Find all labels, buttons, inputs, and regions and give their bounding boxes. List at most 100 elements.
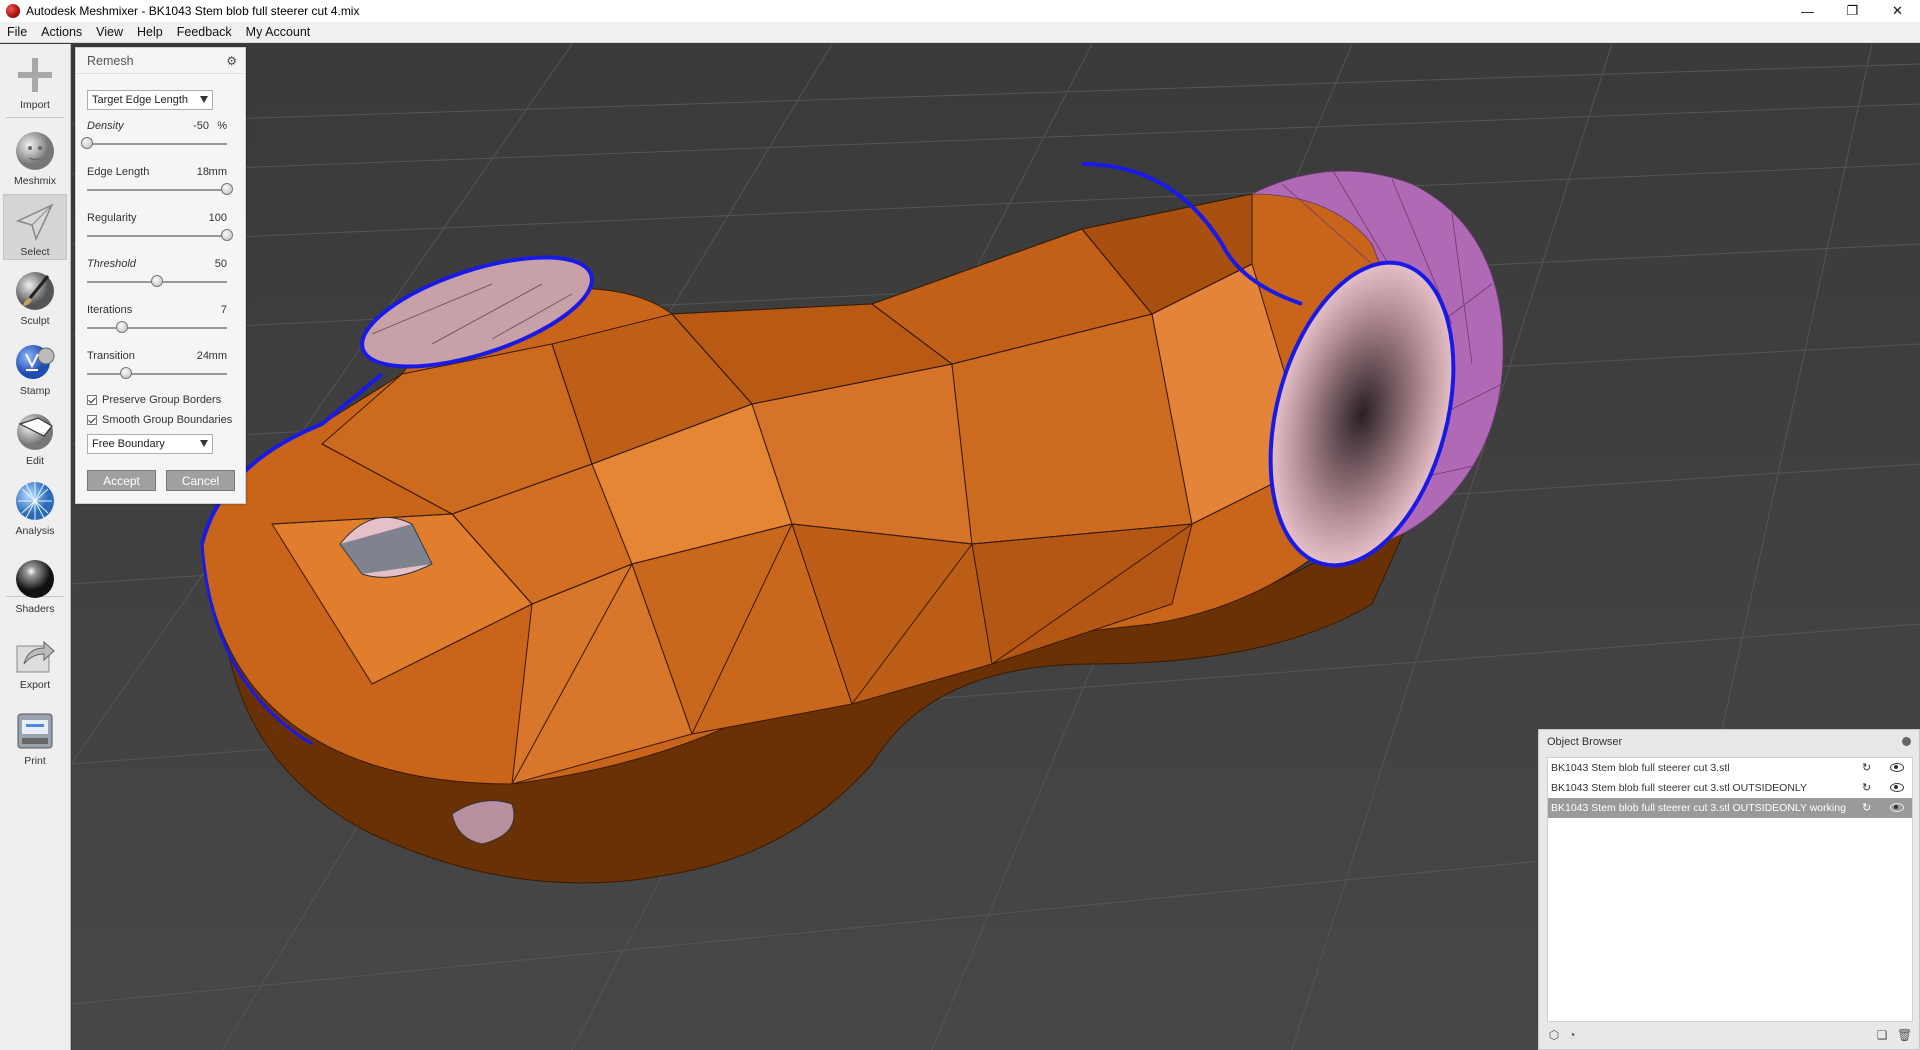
cancel-button[interactable]: Cancel: [166, 470, 235, 491]
remesh-mode-dropdown[interactable]: Target Edge Length: [87, 90, 213, 110]
shaders-tool[interactable]: Shaders: [3, 552, 67, 618]
slider-track[interactable]: [87, 327, 227, 329]
slider-track[interactable]: [87, 235, 227, 237]
printer-icon: [14, 710, 56, 752]
sculpt-tool[interactable]: Sculpt: [3, 264, 67, 330]
duplicate-icon[interactable]: ❏: [1875, 1028, 1889, 1042]
analysis-tool[interactable]: Analysis: [3, 474, 67, 540]
select-tool[interactable]: Select: [3, 194, 67, 260]
tool-label: Shaders: [15, 603, 55, 615]
param-value[interactable]: 100: [207, 212, 227, 224]
slider-thumb[interactable]: [151, 275, 163, 287]
smooth-group-boundaries-checkbox[interactable]: Smooth Group Boundaries: [87, 413, 232, 427]
accept-button[interactable]: Accept: [87, 470, 156, 491]
param-label: Regularity: [87, 212, 137, 224]
param-value[interactable]: -50: [189, 120, 209, 132]
boundary-mode-dropdown[interactable]: Free Boundary: [87, 434, 213, 454]
slider-thumb[interactable]: [120, 367, 133, 379]
menu-my-account[interactable]: My Account: [239, 22, 318, 43]
close-icon[interactable]: [1902, 737, 1911, 746]
dropdown-value: Free Boundary: [92, 438, 165, 450]
slider-thumb[interactable]: [221, 183, 233, 195]
checkbox-checked[interactable]: [87, 395, 97, 405]
tool-label: Export: [19, 679, 51, 691]
print-tool[interactable]: Print: [3, 704, 67, 770]
checkbox-label: Preserve Group Borders: [102, 394, 222, 406]
density-slider: Density -50 %: [81, 120, 237, 164]
transition-slider: Transition 24 mm: [87, 350, 237, 394]
tool-label: Analysis: [15, 525, 55, 537]
export-icon: [14, 634, 56, 676]
minimize-button[interactable]: —: [1785, 0, 1830, 22]
slider-thumb[interactable]: [116, 321, 128, 333]
edge-length-slider: Edge Length 18 mm: [87, 166, 237, 210]
param-label: Iterations: [87, 304, 133, 316]
eye-icon[interactable]: [1890, 783, 1904, 792]
param-label: Transition: [87, 350, 135, 362]
menu-file[interactable]: File: [0, 22, 34, 43]
cube-icon[interactable]: ⬡: [1547, 1028, 1561, 1042]
analysis-sphere-icon: [14, 480, 56, 522]
stamp-tool[interactable]: Stamp: [3, 334, 67, 400]
tool-label: Import: [20, 99, 50, 111]
sphere-icon[interactable]: ◔: [1565, 1028, 1579, 1042]
object-browser-title: Object Browser: [1547, 736, 1623, 748]
restore-button[interactable]: ❐: [1830, 0, 1875, 22]
menu-actions[interactable]: Actions: [34, 22, 89, 43]
slider-track[interactable]: [87, 189, 227, 191]
trash-icon[interactable]: 🗑: [1897, 1028, 1912, 1042]
edit-tool[interactable]: Edit: [3, 404, 67, 470]
iterations-slider: Iterations 7: [87, 304, 237, 348]
preserve-group-borders-checkbox[interactable]: Preserve Group Borders: [87, 393, 221, 407]
param-value[interactable]: 18: [189, 166, 209, 178]
checkbox-checked[interactable]: [87, 415, 97, 425]
slider-thumb[interactable]: [81, 137, 93, 149]
object-browser: Object Browser BK1043 Stem blob full ste…: [1538, 729, 1920, 1050]
refresh-icon[interactable]: ↻: [1862, 782, 1874, 794]
object-row[interactable]: BK1043 Stem blob full steerer cut 3.stl …: [1548, 758, 1912, 778]
remesh-panel: Remesh ⚙ Target Edge Length Density -50 …: [75, 47, 246, 504]
menu-feedback[interactable]: Feedback: [170, 22, 239, 43]
object-row-selected[interactable]: BK1043 Stem blob full steerer cut 3.stl …: [1548, 798, 1912, 818]
param-value[interactable]: 7: [207, 304, 227, 316]
menu-view[interactable]: View: [89, 22, 130, 43]
param-unit: mm: [208, 166, 227, 178]
panel-title: Remesh: [87, 53, 134, 68]
import-tool[interactable]: Import: [3, 48, 67, 114]
remesh-header: Remesh ⚙: [76, 48, 245, 74]
param-label: Density: [87, 120, 124, 132]
head-icon: [14, 130, 56, 172]
gear-icon[interactable]: ⚙: [226, 54, 237, 68]
close-button[interactable]: ✕: [1875, 0, 1920, 22]
slider-thumb[interactable]: [221, 229, 233, 241]
param-value[interactable]: 24: [189, 350, 209, 362]
checkbox-label: Smooth Group Boundaries: [102, 414, 233, 426]
eye-icon[interactable]: [1890, 763, 1904, 772]
meshmixer-logo-icon: [6, 4, 20, 18]
window-controls: — ❐ ✕: [1785, 0, 1920, 22]
stamp-icon: [14, 340, 56, 382]
regularity-slider: Regularity 100: [87, 212, 237, 256]
meshmix-tool[interactable]: Meshmix: [3, 124, 67, 190]
slider-track[interactable]: [87, 373, 227, 375]
title-bar: Autodesk Meshmixer - BK1043 Stem blob fu…: [0, 0, 1920, 22]
tool-label: Stamp: [19, 385, 51, 397]
tool-label: Meshmix: [13, 175, 56, 187]
refresh-icon[interactable]: ↻: [1862, 802, 1874, 814]
plus-icon: [14, 54, 56, 96]
object-name: BK1043 Stem blob full steerer cut 3.stl: [1551, 762, 1730, 774]
refresh-icon[interactable]: ↻: [1862, 762, 1874, 774]
object-row[interactable]: BK1043 Stem blob full steerer cut 3.stl …: [1548, 778, 1912, 798]
param-value[interactable]: 50: [207, 258, 227, 270]
brush-icon: [14, 270, 56, 312]
tool-label: Edit: [25, 455, 45, 467]
menu-help[interactable]: Help: [130, 22, 170, 43]
left-toolbar: Import Meshmix Select Sculpt Stamp Edit: [0, 44, 71, 1050]
param-label: Edge Length: [87, 166, 150, 178]
param-label: Threshold: [87, 258, 136, 270]
slider-track[interactable]: [87, 143, 227, 145]
arrow-icon: [14, 201, 56, 243]
export-tool[interactable]: Export: [3, 628, 67, 694]
shader-sphere-icon: [14, 558, 56, 600]
eye-icon[interactable]: [1890, 803, 1904, 812]
